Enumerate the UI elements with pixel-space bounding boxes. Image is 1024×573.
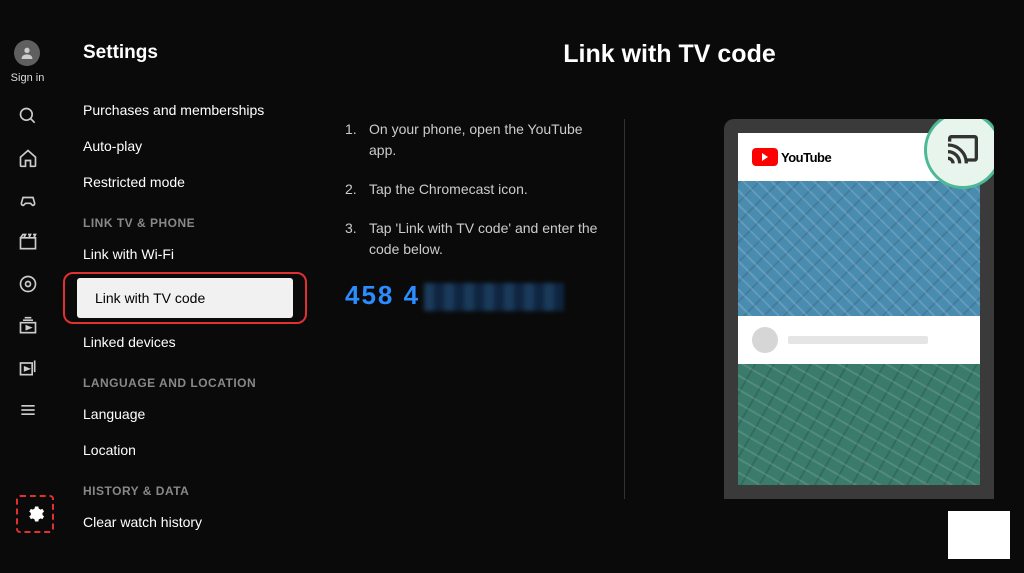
avatar-icon	[14, 40, 40, 66]
signin-label: Sign in	[11, 72, 45, 84]
menu-location[interactable]: Location	[55, 432, 315, 468]
menu-header-link: LINK TV & PHONE	[55, 206, 315, 236]
youtube-logo: YouTube	[752, 148, 831, 166]
menu-link-tvcode[interactable]: Link with TV code	[77, 278, 293, 318]
menu-linked-devices[interactable]: Linked devices	[55, 324, 315, 360]
video-thumbnail	[738, 364, 980, 485]
search-icon[interactable]	[16, 104, 40, 128]
menu-icon[interactable]	[16, 398, 40, 422]
menu-autoplay[interactable]: Auto-play	[55, 128, 315, 164]
home-icon[interactable]	[16, 146, 40, 170]
tv-code-visible: 458 4	[345, 280, 420, 310]
library-icon[interactable]	[16, 356, 40, 380]
annotation-highlight: Link with TV code	[63, 272, 307, 324]
video-thumbnail	[738, 181, 980, 316]
settings-sidebar: Settings Purchases and memberships Auto-…	[55, 0, 315, 573]
menu-language[interactable]: Language	[55, 396, 315, 432]
main-title: Link with TV code	[345, 40, 994, 69]
gaming-icon[interactable]	[16, 188, 40, 212]
gear-icon[interactable]	[25, 504, 45, 524]
menu-link-wifi[interactable]: Link with Wi-Fi	[55, 236, 315, 272]
tv-code-obscured	[424, 283, 564, 311]
menu-header-history: HISTORY & DATA	[55, 474, 315, 504]
tablet-frame: YouTube	[724, 119, 994, 499]
music-icon[interactable]	[16, 272, 40, 296]
tv-code: 458 4	[345, 280, 604, 311]
menu-clear-history[interactable]: Clear watch history	[55, 504, 315, 540]
signin-section[interactable]: Sign in	[11, 40, 45, 84]
corner-overlay	[948, 511, 1010, 559]
channel-row	[738, 316, 980, 364]
movies-icon[interactable]	[16, 230, 40, 254]
subscriptions-icon[interactable]	[16, 314, 40, 338]
step-2: 2.Tap the Chromecast icon.	[345, 179, 604, 200]
channel-avatar-placeholder	[752, 327, 778, 353]
main-content: Link with TV code 1.On your phone, open …	[315, 0, 1024, 573]
step-3: 3.Tap 'Link with TV code' and enter the …	[345, 218, 604, 260]
page-title: Settings	[55, 42, 315, 64]
menu-header-lang: LANGUAGE AND LOCATION	[55, 366, 315, 396]
steps-list: 1.On your phone, open the YouTube app. 2…	[345, 119, 625, 499]
menu-restricted[interactable]: Restricted mode	[55, 164, 315, 200]
step-1: 1.On your phone, open the YouTube app.	[345, 119, 604, 161]
menu-purchases[interactable]: Purchases and memberships	[55, 92, 315, 128]
illustration: YouTube	[655, 119, 994, 499]
channel-text-placeholder	[788, 336, 928, 344]
icon-rail: Sign in	[0, 0, 55, 573]
settings-gear-highlight	[16, 495, 54, 533]
